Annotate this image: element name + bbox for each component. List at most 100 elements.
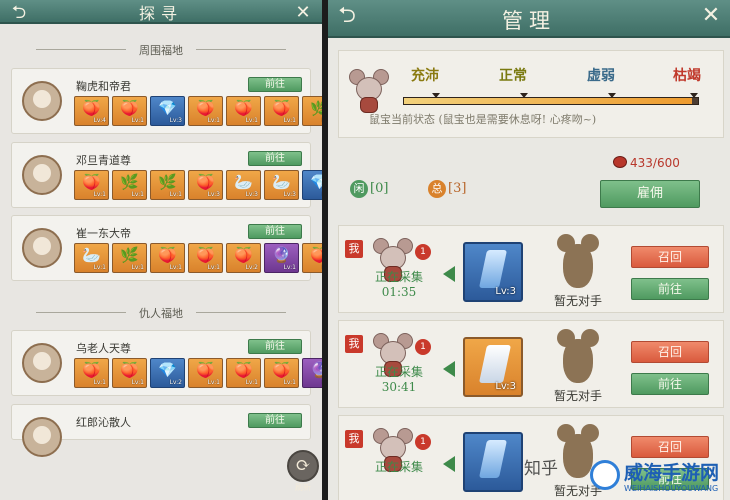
mouse-avatar-icon xyxy=(349,69,389,113)
resource-item-icon: 🍑 xyxy=(82,173,101,191)
resource-item[interactable]: 🍑Lv:1 xyxy=(188,358,223,388)
resource-item-icon: 🍑 xyxy=(82,361,101,379)
resource-item[interactable]: 💎 Lv:2 xyxy=(150,358,185,388)
resource-item[interactable]: 🍑Lv:1 xyxy=(74,170,109,200)
worker-count-badge: 1 xyxy=(415,244,431,260)
goto-button[interactable]: 前往 xyxy=(248,151,302,166)
resource-item[interactable]: 🦢 Lv:1 xyxy=(74,243,109,273)
goto-button[interactable]: 前往 xyxy=(248,413,302,428)
recall-button[interactable]: 召回 xyxy=(631,341,709,363)
refresh-icon[interactable]: ⟳ xyxy=(287,450,319,482)
resource-item[interactable]: 🍑Lv:1 xyxy=(150,243,185,273)
resource-item[interactable]: 🔮Lv:1 xyxy=(264,243,299,273)
resource-item-level: Lv:1 xyxy=(169,264,182,271)
resource-item[interactable]: 🍑Lv:1 xyxy=(112,96,147,126)
collecting-label: 正在采集 xyxy=(374,365,423,379)
resource-item[interactable]: 💎Lv:3 xyxy=(302,170,322,200)
resource-item[interactable]: 🍑Lv:1 xyxy=(226,96,261,126)
resource-item[interactable]: 🍑Lv:1 xyxy=(112,358,147,388)
resource-item-level: Lv:3 xyxy=(283,191,296,198)
recall-button[interactable]: 召回 xyxy=(631,246,709,268)
resource-item[interactable]: 🍑Lv:1 xyxy=(264,358,299,388)
resource-item[interactable]: 🍑Lv:1 xyxy=(74,358,109,388)
section-enemy: 仇人福地 xyxy=(0,305,322,321)
resource-item[interactable]: 🍑 Lv:4 xyxy=(74,96,109,126)
explore-panel: ⮌ 探寻 ✕ 周围福地 鞠虎和帝君 前往 🍑 Lv:4 🍑 Lv:1 💎 Lv:3 🍑 Lv:1 🍑… xyxy=(0,0,322,500)
me-badge: 我 xyxy=(345,240,363,258)
goto-button[interactable]: 前往 xyxy=(248,339,302,354)
realm-card: 鞠虎和帝君前往🍑Lv:4🍑Lv:1💎Lv:3🍑Lv:1🍑Lv:1🍑Lv:1🌿Lv… xyxy=(11,68,322,134)
total-badge: 总 xyxy=(428,180,446,198)
material-level: Lv:3 xyxy=(495,286,516,297)
me-badge: 我 xyxy=(345,335,363,353)
resource-item[interactable]: 🦢 Lv:3 xyxy=(264,170,299,200)
arrow-left-icon xyxy=(443,456,455,472)
resource-item[interactable]: 💎Lv:3 xyxy=(150,96,185,126)
manage-panel: ⮌ 管理 ✕ 充沛 正常 虚弱 枯竭 鼠宝当前状态 (鼠宝也是需要休息呀! 心疼… xyxy=(328,0,730,500)
resource-item[interactable]: 🌿Lv:1 xyxy=(112,170,147,200)
manage-title: 管理 xyxy=(502,9,556,33)
resource-item-icon: 🍑 xyxy=(196,99,215,117)
arrow-left-icon xyxy=(443,361,455,377)
goto-button[interactable]: 前往 xyxy=(248,77,302,92)
site-watermark: 威海手游网 WEIHAISHOUYOUWANG xyxy=(590,454,730,500)
resource-item[interactable]: 🍑Lv:1 xyxy=(226,358,261,388)
resource-item[interactable]: 🌿Lv:1 xyxy=(150,170,185,200)
resource-item[interactable]: 🍑Lv:1 xyxy=(188,243,223,273)
worker-count-badge: 1 xyxy=(415,434,431,450)
resource-item[interactable]: 🔮Lv:1 xyxy=(302,358,322,388)
refresh-label[interactable]: 刷新 xyxy=(286,482,320,493)
realm-owner-name: 乌老人天尊 xyxy=(76,342,131,355)
material-slot[interactable]: Lv:3 xyxy=(463,337,523,397)
resource-item-level: Lv:2 xyxy=(245,264,258,271)
resource-items: 🍑Lv:1🌿Lv:1🌿Lv:1🍑Lv:3🦢Lv:3🦢Lv:3💎Lv:3 xyxy=(74,170,322,200)
collect-timer: 01:35 xyxy=(381,285,417,299)
material-slot[interactable] xyxy=(463,432,523,492)
resource-item-icon: 🌿 xyxy=(310,99,322,117)
goto-button[interactable]: 前往 xyxy=(248,224,302,239)
realm-card: 红郎沁散人 前往 xyxy=(11,404,311,457)
resource-item-icon: 🦢 xyxy=(82,246,101,264)
crystal-icon xyxy=(478,250,508,288)
goto-button[interactable]: 前往 xyxy=(631,278,709,300)
idle-counter: 闲 [0] xyxy=(350,180,388,198)
resource-item-icon: 🍑 xyxy=(120,99,139,117)
mood-label-exhausted: 枯竭 xyxy=(673,68,701,84)
hire-button[interactable]: 雇佣 xyxy=(600,180,700,208)
resource-item-icon: 🍑 xyxy=(120,361,139,379)
goto-button[interactable]: 前往 xyxy=(631,373,709,395)
resource-item[interactable]: 🍑 Lv:3 xyxy=(188,170,223,200)
avatar xyxy=(22,228,62,268)
explore-title: 探寻 xyxy=(138,4,183,23)
collect-timer: 30:41 xyxy=(381,380,417,394)
resource-item-icon: 🍑 xyxy=(158,246,177,264)
close-icon[interactable]: ✕ xyxy=(698,3,724,29)
resource-item[interactable]: 🦢 Lv:3 xyxy=(226,170,261,200)
resource-item-level: Lv:1 xyxy=(245,117,258,124)
section-nearby: 周围福地 xyxy=(0,42,322,58)
resource-item[interactable]: 🍑Lv:1 xyxy=(188,96,223,126)
mood-bar xyxy=(403,93,699,105)
total-counter: 总 [3] xyxy=(428,180,466,198)
resource-item-level: Lv:1 xyxy=(131,117,144,124)
resource-item[interactable]: 🌿Lv:1 xyxy=(112,243,147,273)
crystal-icon xyxy=(478,345,512,383)
resource-item-level: Lv:1 xyxy=(131,191,144,198)
resource-item-icon: 🍑 xyxy=(196,246,215,264)
avatar xyxy=(22,343,62,383)
resource-item[interactable]: 🍑Lv:1 xyxy=(264,96,299,126)
resource-item-icon: 🌿 xyxy=(120,246,139,264)
me-badge: 我 xyxy=(345,430,363,448)
close-icon[interactable]: ✕ xyxy=(290,0,316,26)
resource-item-level: Lv:1 xyxy=(283,264,296,271)
resource-item[interactable]: 🍑Lv:1 xyxy=(302,243,322,273)
crystal-icon xyxy=(478,440,508,478)
resource-item[interactable]: 🍑 Lv:2 xyxy=(226,243,261,273)
mood-bar-fill xyxy=(404,98,693,104)
resource-item-icon: 🍑 xyxy=(196,361,215,379)
material-slot[interactable]: Lv:3 xyxy=(463,242,523,302)
resource-item[interactable]: 🌿Lv:1 xyxy=(302,96,322,126)
arrow-left-icon xyxy=(443,266,455,282)
resource-item-icon: 🍑 xyxy=(234,361,253,379)
resource-item-icon: 🦢 xyxy=(234,173,253,191)
